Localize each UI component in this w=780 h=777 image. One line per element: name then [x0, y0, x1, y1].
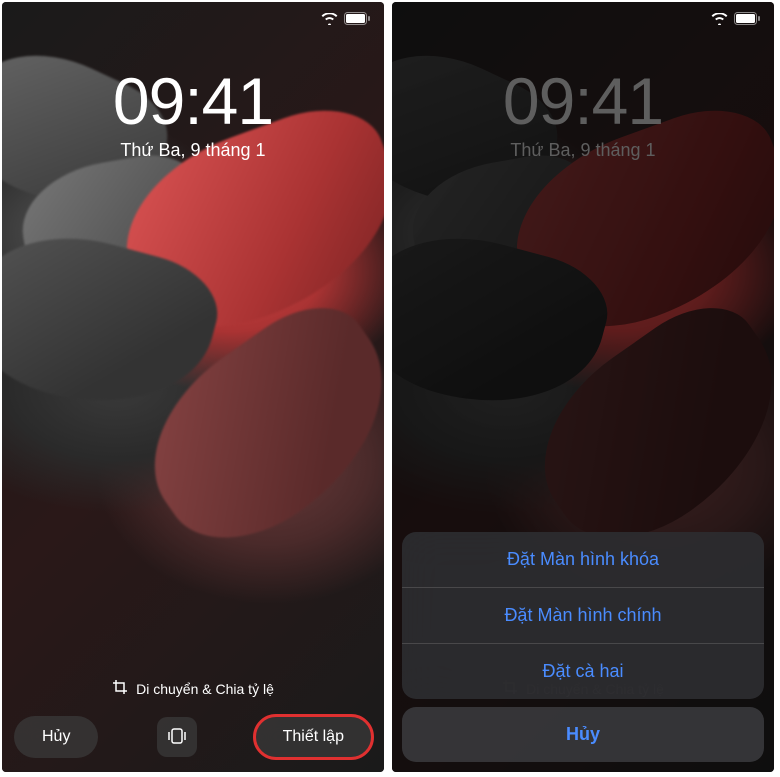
battery-icon: [344, 12, 370, 30]
action-cancel-button[interactable]: Hủy: [402, 707, 764, 762]
lock-time: 09:41: [2, 68, 384, 134]
lock-time: 09:41: [392, 68, 774, 134]
lock-date: Thứ Ba, 9 tháng 1: [392, 140, 774, 161]
action-sheet: Đặt Màn hình khóa Đặt Màn hình chính Đặt…: [402, 532, 764, 762]
phone-screen-right: 09:41 Thứ Ba, 9 tháng 1 Di chuyển & Chia…: [392, 2, 774, 772]
clock-area: 09:41 Thứ Ba, 9 tháng 1: [2, 68, 384, 161]
battery-icon: [734, 12, 760, 30]
perspective-icon: [166, 725, 188, 750]
perspective-button[interactable]: [157, 717, 197, 757]
set-lock-screen-option[interactable]: Đặt Màn hình khóa: [402, 532, 764, 588]
crop-hint: Di chuyển & Chia tỷ lệ: [2, 679, 384, 698]
bottom-toolbar: Hủy Thiết lập: [14, 716, 372, 758]
crop-icon: [112, 679, 128, 698]
wifi-icon: [321, 12, 338, 30]
phone-screen-left: 09:41 Thứ Ba, 9 tháng 1 Di chuyển & Chia…: [2, 2, 384, 772]
set-home-screen-option[interactable]: Đặt Màn hình chính: [402, 588, 764, 644]
wifi-icon: [711, 12, 728, 30]
clock-area: 09:41 Thứ Ba, 9 tháng 1: [392, 68, 774, 161]
status-bar: [321, 12, 370, 30]
cancel-button[interactable]: Hủy: [14, 716, 98, 758]
set-button[interactable]: Thiết lập: [255, 716, 372, 758]
set-both-option[interactable]: Đặt cà hai: [402, 644, 764, 699]
crop-hint-label: Di chuyển & Chia tỷ lệ: [136, 681, 274, 697]
lock-date: Thứ Ba, 9 tháng 1: [2, 140, 384, 161]
status-bar: [711, 12, 760, 30]
action-group: Đặt Màn hình khóa Đặt Màn hình chính Đặt…: [402, 532, 764, 699]
